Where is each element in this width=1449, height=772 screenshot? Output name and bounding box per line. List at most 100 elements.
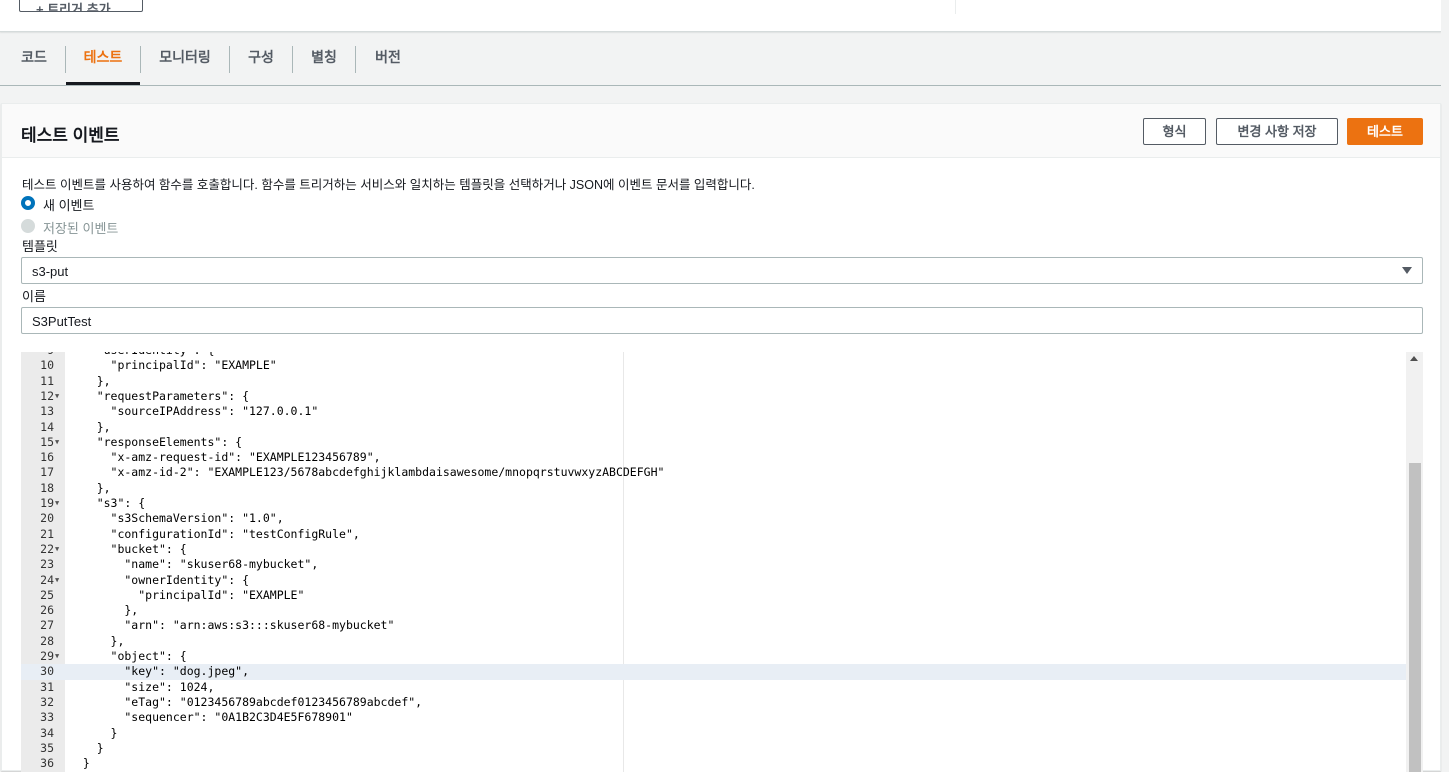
code-text: "responseElements": {: [69, 434, 243, 449]
code-line[interactable]: 15 ▼ "responseElements": {: [21, 435, 1406, 450]
fold-arrow-icon[interactable]: ▼: [55, 573, 59, 588]
code-line[interactable]: 32 "eTag": "0123456789abcdef0123456789ab…: [21, 695, 1406, 710]
code-text: "arn": "arn:aws:s3:::skuser68-mybucket": [69, 618, 395, 633]
code-text: "x-amz-request-id": "EXAMPLE123456789",: [69, 450, 381, 465]
code-line[interactable]: 16 "x-amz-request-id": "EXAMPLE123456789…: [21, 450, 1406, 465]
line-number: 22: [40, 541, 54, 556]
line-number: 27: [40, 618, 54, 633]
code-text: "size": 1024,: [69, 679, 215, 694]
code-text: "principalId": "EXAMPLE": [69, 587, 305, 602]
fold-arrow-icon[interactable]: ▼: [55, 389, 59, 404]
line-number: 23: [40, 557, 54, 572]
code-text: "bucket": {: [69, 541, 187, 556]
code-line[interactable]: 17 "x-amz-id-2": "EXAMPLE123/5678abcdefg…: [21, 465, 1406, 480]
line-number: 28: [40, 633, 54, 648]
chevron-down-icon: [1402, 267, 1412, 274]
line-number: 19: [40, 496, 54, 510]
code-line[interactable]: 18 },: [21, 481, 1406, 496]
template-label: 템플릿: [22, 239, 58, 254]
tab-test[interactable]: 테스트: [66, 42, 140, 85]
format-button[interactable]: 형식: [1143, 118, 1206, 145]
fold-arrow-icon[interactable]: ▼: [55, 435, 59, 450]
name-label: 이름: [22, 289, 46, 304]
code-line[interactable]: 29 ▼ "object": {: [21, 649, 1406, 664]
tab-code[interactable]: 코드: [19, 42, 49, 85]
line-number: 10: [40, 358, 54, 373]
line-number: 12: [40, 388, 54, 403]
saved-event-radio[interactable]: [21, 219, 35, 233]
code-line[interactable]: 21 "configurationId": "testConfigRule",: [21, 527, 1406, 542]
line-number: 26: [40, 603, 54, 618]
code-text: }: [69, 725, 118, 740]
code-line[interactable]: 19 ▼ "s3": {: [21, 496, 1406, 511]
code-line[interactable]: 26 },: [21, 603, 1406, 618]
code-text: }: [69, 740, 104, 755]
fold-arrow-icon[interactable]: ▼: [55, 496, 59, 511]
line-number: 36: [40, 756, 54, 771]
panel-header: 테스트 이벤트 형식 변경 사항 저장 테스트: [2, 104, 1440, 158]
code-text: },: [69, 480, 111, 495]
code-line[interactable]: 27 "arn": "arn:aws:s3:::skuser68-mybucke…: [21, 618, 1406, 633]
line-number: 24: [40, 572, 54, 587]
scroll-thumb[interactable]: [1409, 463, 1421, 772]
fold-arrow-icon[interactable]: ▼: [55, 649, 59, 664]
code-text: }: [69, 756, 90, 771]
line-number: 14: [40, 419, 54, 434]
code-text: "configurationId": "testConfigRule",: [69, 526, 360, 541]
code-text: "principalId": "EXAMPLE": [69, 358, 277, 373]
code-line[interactable]: 14 },: [21, 420, 1406, 435]
code-line[interactable]: 25 "principalId": "EXAMPLE": [21, 588, 1406, 603]
scroll-up-icon[interactable]: [1410, 356, 1418, 361]
line-number: 15: [40, 434, 54, 449]
new-event-radio[interactable]: [21, 196, 35, 210]
code-line[interactable]: 13 "sourceIPAddress": "127.0.0.1": [21, 404, 1406, 419]
tab-monitoring[interactable]: 모니터링: [141, 42, 229, 85]
code-line[interactable]: 36 }: [21, 756, 1406, 771]
card-divider: [955, 0, 956, 14]
tab-aliases[interactable]: 별칭: [293, 42, 355, 85]
code-text: "key": "dog.jpeg",: [69, 664, 250, 679]
tab-versions[interactable]: 버전: [356, 42, 420, 85]
triggers-card: + 트리거 추가: [0, 0, 1441, 32]
line-number: 34: [40, 725, 54, 740]
event-name-input[interactable]: S3PutTest: [21, 307, 1423, 334]
code-line[interactable]: 31 "size": 1024,: [21, 680, 1406, 695]
code-line[interactable]: 20 "s3SchemaVersion": "1.0",: [21, 511, 1406, 526]
fold-arrow-icon[interactable]: ▼: [55, 542, 59, 557]
code-line[interactable]: 35 }: [21, 741, 1406, 756]
code-line[interactable]: 34 }: [21, 726, 1406, 741]
tab-configuration[interactable]: 구성: [230, 42, 292, 85]
code-line[interactable]: 28 },: [21, 634, 1406, 649]
code-line[interactable]: 22 ▼ "bucket": {: [21, 542, 1406, 557]
code-text: "object": {: [69, 649, 187, 663]
code-line[interactable]: 11 },: [21, 374, 1406, 389]
code-line[interactable]: 23 "name": "skuser68-mybucket",: [21, 557, 1406, 572]
line-number: 30: [40, 664, 54, 679]
code-text: },: [69, 603, 139, 618]
code-line[interactable]: 33 "sequencer": "0A1B2C3D4E5F678901": [21, 710, 1406, 725]
line-number: 21: [40, 526, 54, 541]
test-button[interactable]: 테스트: [1347, 118, 1423, 145]
template-select[interactable]: s3-put: [21, 257, 1423, 284]
json-editor[interactable]: 9 "userIdentity": {10 "principalId": "EX…: [21, 352, 1423, 772]
code-text: "s3SchemaVersion": "1.0",: [69, 511, 284, 526]
page-scrollbar[interactable]: [1441, 0, 1449, 771]
code-text: "x-amz-id-2": "EXAMPLE123/5678abcdefghij…: [69, 465, 665, 480]
code-text: "ownerIdentity": {: [69, 572, 250, 587]
save-changes-button[interactable]: 변경 사항 저장: [1216, 118, 1338, 145]
code-text: },: [69, 373, 111, 388]
test-event-panel: 테스트 이벤트 형식 변경 사항 저장 테스트 테스트 이벤트를 사용하여 함수…: [1, 103, 1441, 772]
panel-title: 테스트 이벤트: [21, 126, 120, 145]
code-line[interactable]: 30 "key": "dog.jpeg",: [21, 664, 1406, 680]
editor-scrollbar[interactable]: [1406, 352, 1423, 772]
code-line[interactable]: 10 "principalId": "EXAMPLE": [21, 358, 1406, 373]
add-trigger-button[interactable]: + 트리거 추가: [19, 0, 143, 12]
code-line[interactable]: 24 ▼ "ownerIdentity": {: [21, 573, 1406, 588]
panel-description: 테스트 이벤트를 사용하여 함수를 호출합니다. 함수를 트리거하는 서비스와 …: [22, 178, 755, 192]
template-value: s3-put: [32, 264, 69, 279]
line-number: 18: [40, 480, 54, 495]
code-text: "sourceIPAddress": "127.0.0.1": [69, 404, 319, 419]
code-text: },: [69, 633, 125, 648]
code-text: },: [69, 419, 111, 434]
code-line[interactable]: 12 ▼ "requestParameters": {: [21, 389, 1406, 404]
